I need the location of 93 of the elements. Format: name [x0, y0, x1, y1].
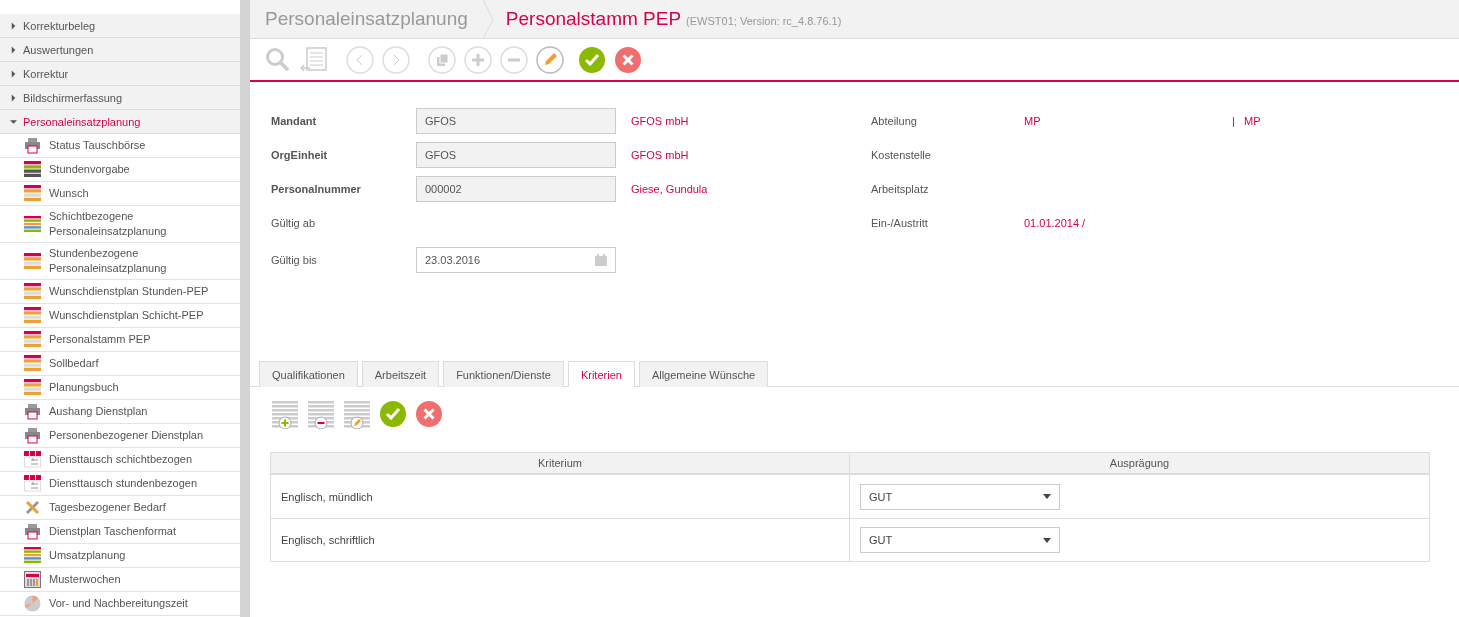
cancel-button[interactable]	[415, 400, 443, 428]
sidebar-item[interactable]: Aushang Dienstplan	[0, 400, 240, 424]
remove-row-button[interactable]	[307, 400, 335, 428]
sidebar-item[interactable]: Sollbedarf	[0, 352, 240, 376]
add-row-button[interactable]	[271, 400, 299, 428]
value-link[interactable]: GFOS mbH	[631, 149, 689, 161]
dropdown[interactable]: GUT	[860, 483, 1060, 510]
calendar-icon[interactable]	[595, 254, 607, 266]
field-label: Gültig ab	[271, 217, 317, 229]
table-cell: Englisch, mündlich	[271, 475, 850, 518]
tab[interactable]: Funktionen/Dienste	[443, 361, 564, 387]
sidebar-item[interactable]: Personalstamm PEP	[0, 328, 240, 352]
swap-grid-icon	[24, 475, 41, 492]
edit-button[interactable]	[536, 45, 564, 74]
caret-right-icon	[10, 93, 17, 102]
caret-right-icon	[10, 21, 17, 30]
pie-chart-icon	[24, 595, 41, 612]
colored-grid-icon	[24, 355, 41, 372]
caret-right-icon	[10, 45, 17, 54]
field-label: Abteilung	[871, 115, 918, 127]
colored-grid-icon	[24, 283, 41, 300]
field-value: MP	[1244, 115, 1262, 127]
value-link[interactable]: Giese, Gundula	[631, 183, 708, 195]
edit-row-button[interactable]	[343, 400, 371, 428]
sidebar-item[interactable]: Schichtbezogene Personaleinsatzplanung	[0, 206, 240, 243]
printer-icon	[24, 427, 41, 444]
field-label: Ein-/Austritt	[871, 217, 929, 229]
field-value: 01.01.2014 /	[1024, 217, 1087, 229]
field-value: MP	[1024, 115, 1042, 127]
colored-grid-icon	[24, 252, 41, 270]
cancel-button[interactable]	[614, 45, 642, 74]
readonly-field: GFOS	[416, 108, 616, 134]
sidebar-item[interactable]: Vor- und Nachbereitungszeit	[0, 592, 240, 616]
readonly-field: 000002	[416, 176, 616, 202]
colored-grid-icon	[24, 331, 41, 348]
sidebar-item[interactable]: Diensttausch stundenbezogen	[0, 472, 240, 496]
version-info: (EWST01; Version: rc_4.8.76.1)	[686, 15, 842, 27]
dropdown[interactable]: GUT	[860, 527, 1060, 553]
sidebar-category[interactable]: Korrekturbeleg	[0, 14, 240, 38]
field-label: Kostenstelle	[871, 149, 932, 161]
confirm-button[interactable]	[379, 400, 407, 428]
tab[interactable]: Qualifikationen	[259, 361, 358, 387]
confirm-button[interactable]	[578, 45, 606, 74]
sidebar-item[interactable]: Umsatzplanung	[0, 544, 240, 568]
printer-icon	[24, 523, 41, 540]
sidebar-item[interactable]: Personenbezogener Dienstplan	[0, 424, 240, 448]
colored-grid-icon	[24, 185, 41, 202]
tab[interactable]: Arbeitszeit	[361, 361, 440, 387]
column-header: Ausprägung	[850, 453, 1429, 475]
sidebar-category[interactable]: Korrektur	[0, 62, 240, 86]
sidebar-item[interactable]: Status Tauschbörse	[0, 134, 240, 158]
field-label: Gültig bis	[271, 254, 318, 266]
sidebar-item[interactable]: Stundenbezogene Personaleinsatzplanung	[0, 243, 240, 280]
printer-icon	[24, 137, 41, 154]
sidebar-item[interactable]: Musterwochen	[0, 568, 240, 592]
caret-down-icon	[1043, 537, 1051, 543]
readonly-field: GFOS	[416, 142, 616, 168]
sidebar-category[interactable]: Auswertungen	[0, 38, 240, 62]
sidebar-item[interactable]: Wunschdienstplan Schicht-PEP	[0, 304, 240, 328]
tools-icon	[24, 499, 41, 516]
caret-right-icon	[10, 69, 17, 78]
value-link[interactable]: GFOS mbH	[631, 115, 689, 127]
tab[interactable]: Allgemeine Wünsche	[638, 361, 769, 387]
swap-grid-icon	[24, 451, 41, 468]
field-label: Personalnummer	[271, 183, 362, 195]
sidebar-item[interactable]: Dienstplan Taschenformat	[0, 520, 240, 544]
sidebar-item[interactable]: Stundenvorgabe	[0, 158, 240, 182]
date-field[interactable]: 23.03.2016	[416, 247, 616, 273]
sidebar-item[interactable]: Tagesbezogener Bedarf	[0, 496, 240, 520]
bar-grid-icon	[24, 215, 41, 233]
colored-grid-icon	[24, 379, 41, 396]
colored-grid-icon	[24, 307, 41, 324]
field-label: Mandant	[271, 115, 318, 127]
calendar-icon	[24, 571, 41, 588]
scrollbar[interactable]	[240, 0, 250, 617]
page-title: Personalstamm PEP	[505, 8, 682, 30]
caret-down-icon	[10, 117, 17, 126]
bar-grid-icon	[24, 547, 41, 564]
field-label: Arbeitsplatz	[871, 183, 930, 195]
sidebar-item[interactable]: Planungsbuch	[0, 376, 240, 400]
printer-icon	[24, 403, 41, 420]
sidebar-category[interactable]: Bildschirmerfassung	[0, 86, 240, 110]
sidebar-item[interactable]: Wunschdienstplan Stunden-PEP	[0, 280, 240, 304]
separator-mark: |	[1232, 115, 1236, 127]
caret-down-icon	[1043, 494, 1051, 499]
column-header: Kriterium	[271, 453, 850, 475]
table-cell: Englisch, schriftlich	[271, 518, 850, 561]
sidebar-item[interactable]: Wunsch	[0, 182, 240, 206]
sidebar-category[interactable]: Personaleinsatzplanung	[0, 110, 240, 134]
tab[interactable]: Kriterien	[567, 361, 635, 387]
colored-grid-icon	[24, 161, 41, 178]
sidebar-item[interactable]: Diensttausch schichtbezogen	[0, 448, 240, 472]
field-label: OrgEinheit	[271, 149, 329, 161]
